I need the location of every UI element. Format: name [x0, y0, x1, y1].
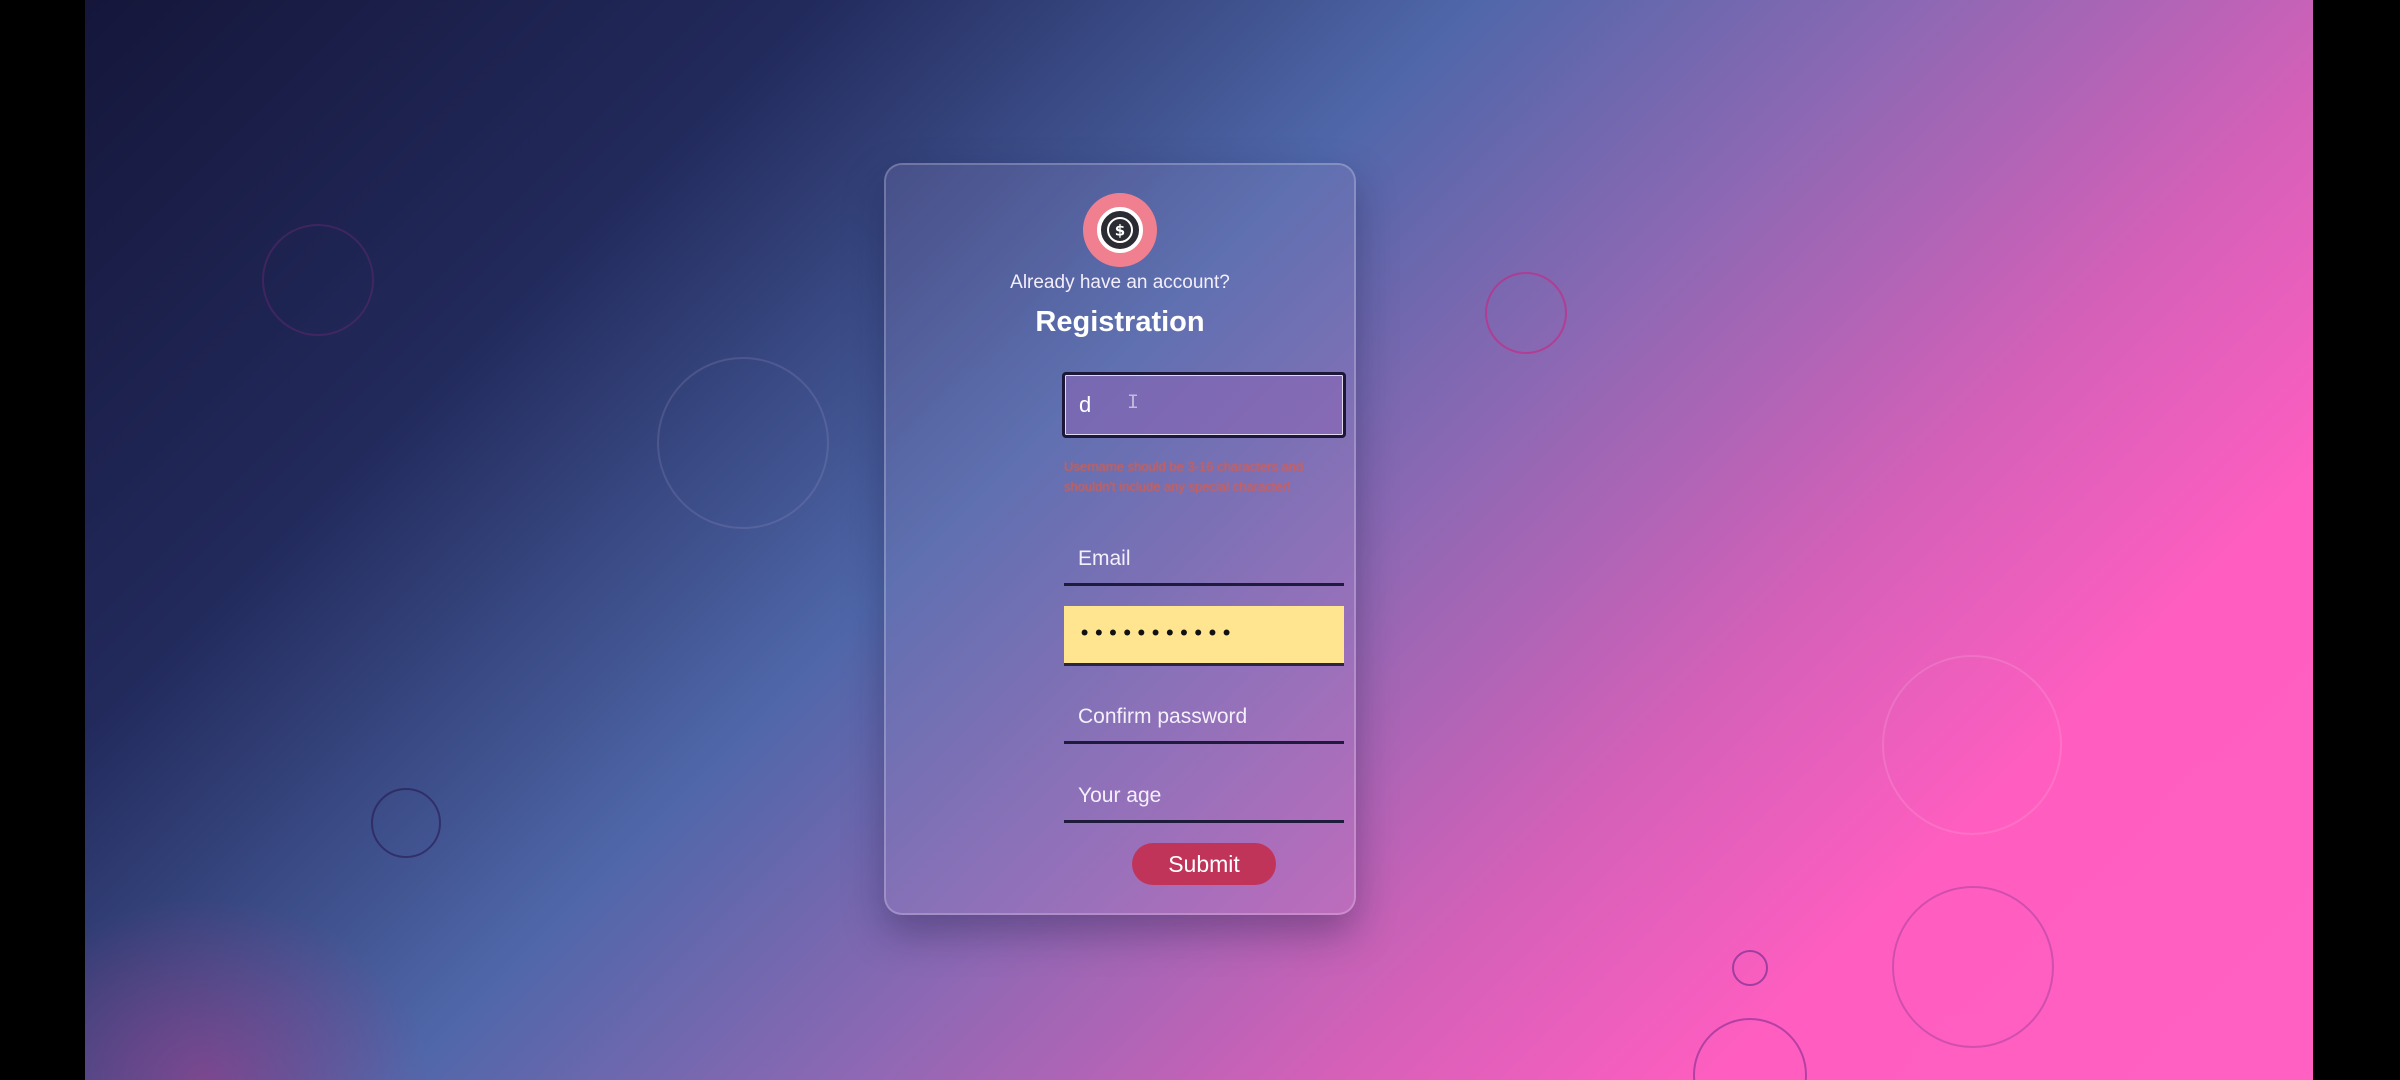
logo-badge: $ — [1083, 193, 1157, 267]
decorative-circle — [371, 788, 441, 858]
decorative-circle — [1892, 886, 2054, 1048]
dollar-coin-icon: $ — [1097, 207, 1143, 253]
letterbox-left — [0, 0, 85, 1080]
decorative-circle — [262, 224, 374, 336]
decorative-circle — [657, 357, 829, 529]
page-title: Registration — [1035, 306, 1205, 338]
text-cursor-icon: I — [1127, 392, 1140, 415]
decorative-circle — [1732, 950, 1768, 986]
age-input[interactable] — [1064, 771, 1344, 823]
username-input[interactable] — [1062, 372, 1346, 438]
username-error-message: Username should be 3-16 characters and s… — [1064, 459, 1304, 494]
login-prompt-link[interactable]: Already have an account? — [884, 272, 1356, 294]
letterbox-right — [2313, 0, 2400, 1080]
decorative-circle — [1693, 1018, 1807, 1080]
decorative-circle — [1882, 655, 2062, 835]
confirm-password-input[interactable] — [1064, 692, 1344, 744]
password-input[interactable] — [1064, 606, 1344, 666]
submit-button[interactable]: Submit — [1132, 843, 1276, 885]
decorative-circle — [1485, 272, 1567, 354]
svg-text:$: $ — [1115, 222, 1125, 240]
email-input[interactable] — [1064, 534, 1344, 586]
